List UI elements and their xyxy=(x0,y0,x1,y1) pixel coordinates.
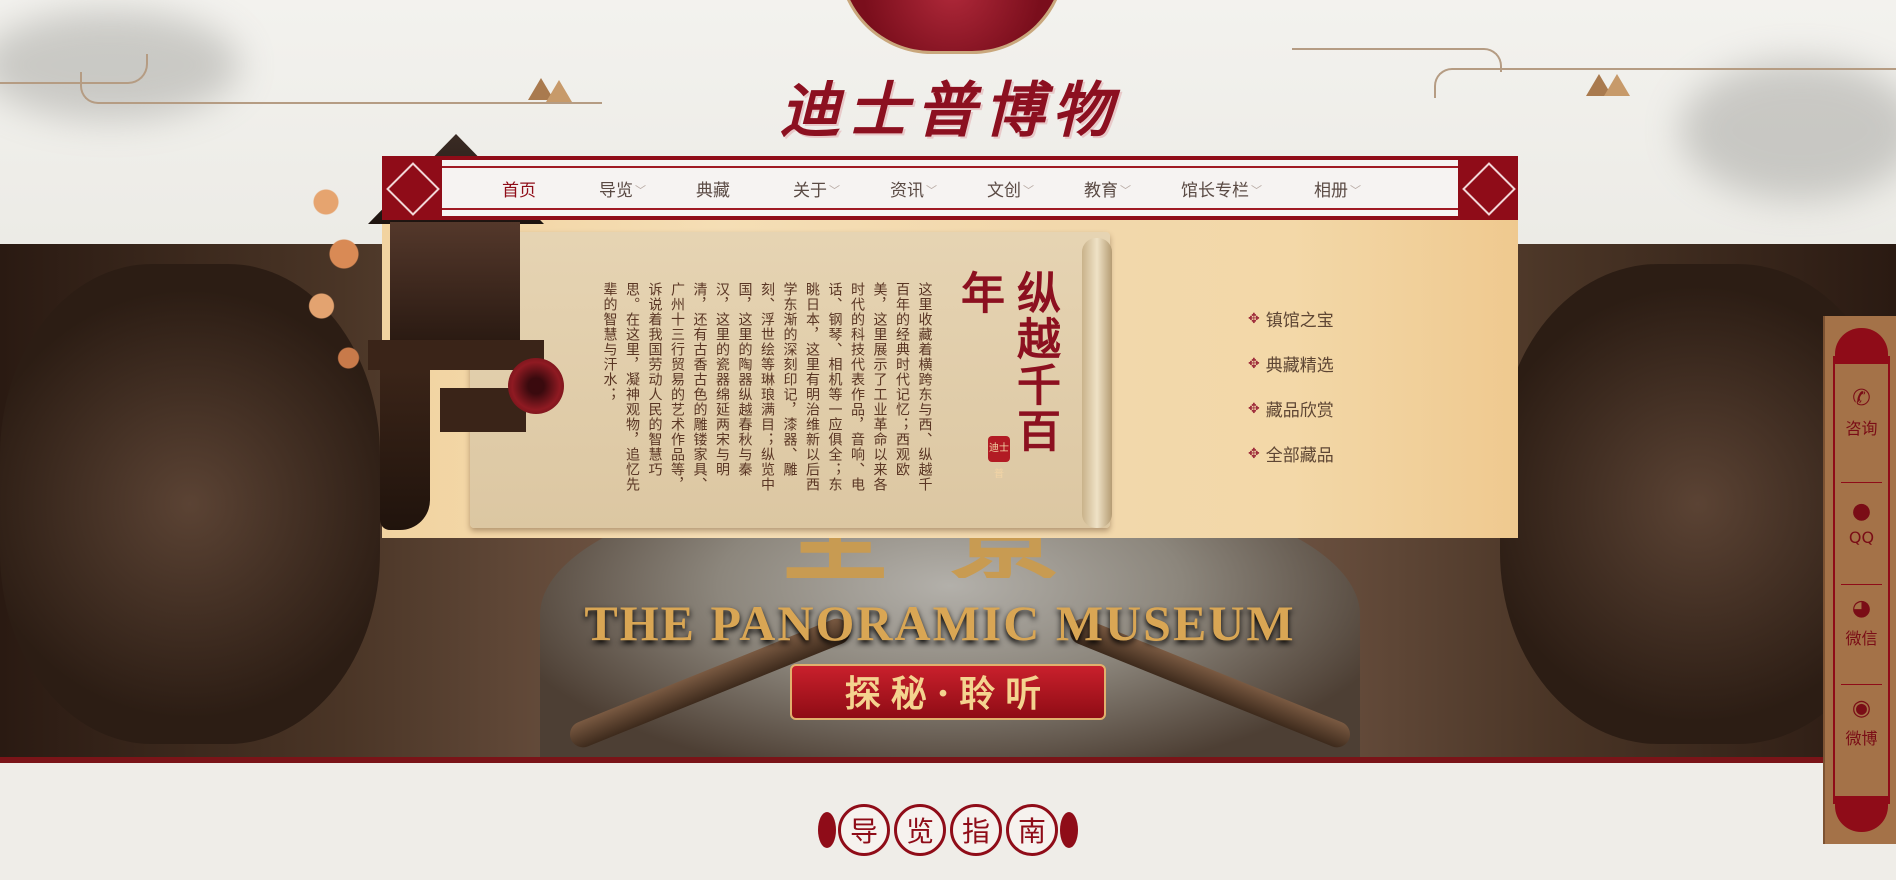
submenu-item-selection[interactable]: ✥ 典藏精选 xyxy=(1248,341,1334,386)
nav-corner-ornament-right xyxy=(1458,156,1518,220)
nav-label: 导览 xyxy=(599,180,633,201)
submenu-label: 镇馆之宝 xyxy=(1265,311,1334,331)
side-item-qq[interactable]: ● QQ xyxy=(1825,482,1896,564)
section-heading-guide: 导 览 指 南 xyxy=(818,804,1078,856)
side-label: QQ xyxy=(1848,527,1875,547)
nav-item-collection[interactable]: 典藏 xyxy=(696,160,793,216)
chevron-down-icon: ﹀ xyxy=(1023,184,1034,197)
side-contact-bar: ✆ 咨询 ● QQ ◕ 微信 ◉ 微博 xyxy=(1823,316,1896,844)
chevron-down-icon: ﹀ xyxy=(1120,184,1131,197)
side-item-consult[interactable]: ✆ 咨询 xyxy=(1825,372,1896,454)
nav-item-home[interactable]: 首页 xyxy=(502,160,599,216)
side-item-wechat[interactable]: ◕ 微信 xyxy=(1825,582,1896,664)
wechat-icon: ◕ xyxy=(1851,596,1872,621)
nav-item-education[interactable]: 教育 ﹀ xyxy=(1084,160,1181,216)
nav-item-album[interactable]: 相册 ﹀ xyxy=(1314,160,1394,216)
nav-label: 教育 xyxy=(1084,180,1118,201)
submenu-label: 典藏精选 xyxy=(1265,356,1334,376)
side-label: 微信 xyxy=(1845,629,1878,648)
nav-label: 关于 xyxy=(793,180,827,201)
explore-listen-button[interactable]: 探秘·聆听 xyxy=(790,664,1106,720)
pavilion-body xyxy=(390,222,520,342)
scroll-roller xyxy=(1082,238,1112,528)
nav-items: 首页 导览 ﹀ 典藏 关于 ﹀ 资讯 ﹀ 文创 ﹀ 教育 ﹀ 馆长专栏 ﹀ 相册 ﹀ xyxy=(502,160,1394,216)
nav-item-guide[interactable]: 导览 ﹀ xyxy=(599,160,696,216)
submenu-label: 全部藏品 xyxy=(1265,446,1334,466)
chevron-down-icon: ﹀ xyxy=(926,184,937,197)
nav-item-about[interactable]: 关于 ﹀ xyxy=(793,160,890,216)
side-label: 咨询 xyxy=(1845,419,1878,438)
submenu-label: 藏品欣赏 xyxy=(1265,401,1334,421)
side-label: 微博 xyxy=(1845,729,1878,748)
side-ornament-bottom xyxy=(1835,796,1888,832)
submenu-item-appreciation[interactable]: ✥ 藏品欣赏 xyxy=(1248,386,1334,431)
heading-char: 览 xyxy=(894,804,946,856)
chevron-down-icon: ﹀ xyxy=(829,184,840,197)
mountain-icon xyxy=(546,80,572,102)
diamond-icon: ✥ xyxy=(1248,310,1260,327)
chevron-down-icon: ﹀ xyxy=(635,184,646,197)
nav-item-news[interactable]: 资讯 ﹀ xyxy=(890,160,987,216)
banner-bottom-border xyxy=(0,757,1896,763)
nav-item-curator[interactable]: 馆长专栏 ﹀ xyxy=(1181,160,1314,216)
nav-label: 首页 xyxy=(502,180,536,201)
gramophone-horn xyxy=(508,358,564,414)
cloud-ornament-right-2 xyxy=(1434,68,1896,98)
chevron-down-icon: ﹀ xyxy=(1350,184,1361,197)
nav-item-creative[interactable]: 文创 ﹀ xyxy=(987,160,1084,216)
seal-stamp: 迪士普 xyxy=(988,436,1010,480)
cloud-ornament-left-2 xyxy=(80,72,602,104)
weibo-icon: ◉ xyxy=(1851,696,1872,721)
nav-label: 相册 xyxy=(1314,180,1348,201)
diamond-icon: ✥ xyxy=(1248,445,1260,462)
gramophone-icon xyxy=(436,358,576,438)
dropdown-submenu: ✥ 镇馆之宝 ✥ 典藏精选 ✥ 藏品欣赏 ✥ 全部藏品 xyxy=(1248,296,1334,476)
collection-intro-text: 这里收藏着横跨东与西、纵越千百年的经典时代记忆；西观欧美，这里展示了工业革命以来… xyxy=(601,282,933,492)
side-ornament-top xyxy=(1835,328,1888,364)
banner-title-en: THE PANORAMIC MUSEUM xyxy=(584,595,1296,651)
nav-label: 资讯 xyxy=(890,180,924,201)
phone-icon: ✆ xyxy=(1852,386,1871,411)
submenu-item-all[interactable]: ✥ 全部藏品 xyxy=(1248,431,1334,476)
heading-ornament-right xyxy=(1060,812,1078,848)
pavilion-drape xyxy=(380,370,430,530)
side-item-weibo[interactable]: ◉ 微博 xyxy=(1825,682,1896,764)
nav-label: 典藏 xyxy=(696,180,730,201)
qq-icon: ● xyxy=(1851,498,1872,524)
heading-char: 导 xyxy=(838,804,890,856)
mountain-icon xyxy=(1604,74,1630,96)
main-navigation: 首页 导览 ﹀ 典藏 关于 ﹀ 资讯 ﹀ 文创 ﹀ 教育 ﹀ 馆长专栏 ﹀ 相册 ﹀ xyxy=(382,156,1518,220)
heading-char: 指 xyxy=(950,804,1002,856)
heading-char: 南 xyxy=(1006,804,1058,856)
diamond-icon: ✥ xyxy=(1248,400,1260,417)
diamond-icon: ✥ xyxy=(1248,355,1260,372)
chevron-down-icon: ﹀ xyxy=(1251,184,1262,197)
nav-label: 馆长专栏 xyxy=(1181,180,1249,201)
heading-ornament-left xyxy=(818,812,836,848)
nav-label: 文创 xyxy=(987,180,1021,201)
submenu-item-treasures[interactable]: ✥ 镇馆之宝 xyxy=(1248,296,1334,341)
nav-corner-ornament-left xyxy=(382,156,442,220)
